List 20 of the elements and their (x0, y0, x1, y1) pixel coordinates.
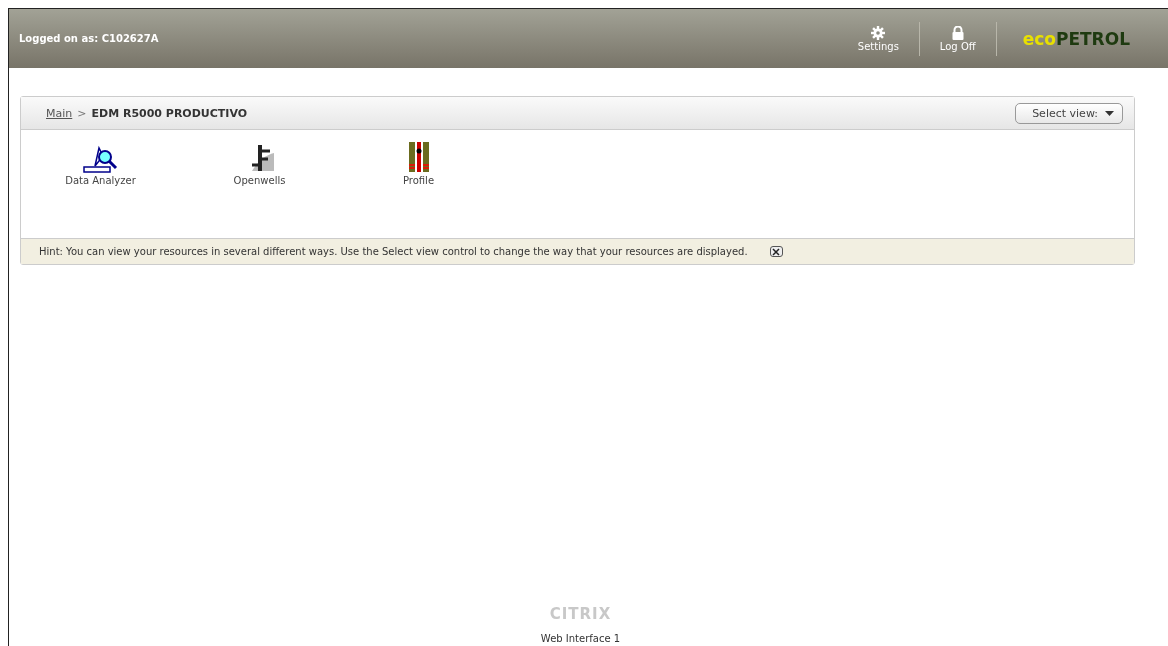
settings-icon (871, 25, 886, 40)
breadcrumb-separator: > (77, 106, 87, 120)
settings-button[interactable]: Settings (837, 25, 919, 52)
close-hint-button[interactable] (769, 246, 783, 257)
footer-caption: Web Interface 1 (540, 633, 621, 644)
hint-text: Hint: You can view your resources in several different ways. Use the Select view control to change the way that your resources are displayed. (39, 246, 748, 257)
main-link[interactable]: Main (46, 106, 73, 120)
breadcrumb-current: EDM R5000 PRODUCTIVO (91, 106, 248, 120)
caret-icon (1105, 110, 1114, 116)
company-logo: ecoPETROL (1021, 28, 1131, 49)
resource-item[interactable]: Openwells (180, 138, 339, 186)
select-view-button[interactable]: Select view: (1015, 102, 1123, 124)
resource-item[interactable]: Data Analyzer (21, 138, 180, 186)
logged-on-text: Logged on as: C102627A (19, 33, 159, 44)
lock-icon (950, 25, 965, 40)
close-icon (772, 247, 781, 256)
resource-item[interactable]: Profile (339, 138, 498, 186)
log-off-button[interactable]: Log Off (919, 25, 996, 52)
well-profile-icon (407, 141, 430, 173)
magnifier-icon (82, 145, 119, 173)
